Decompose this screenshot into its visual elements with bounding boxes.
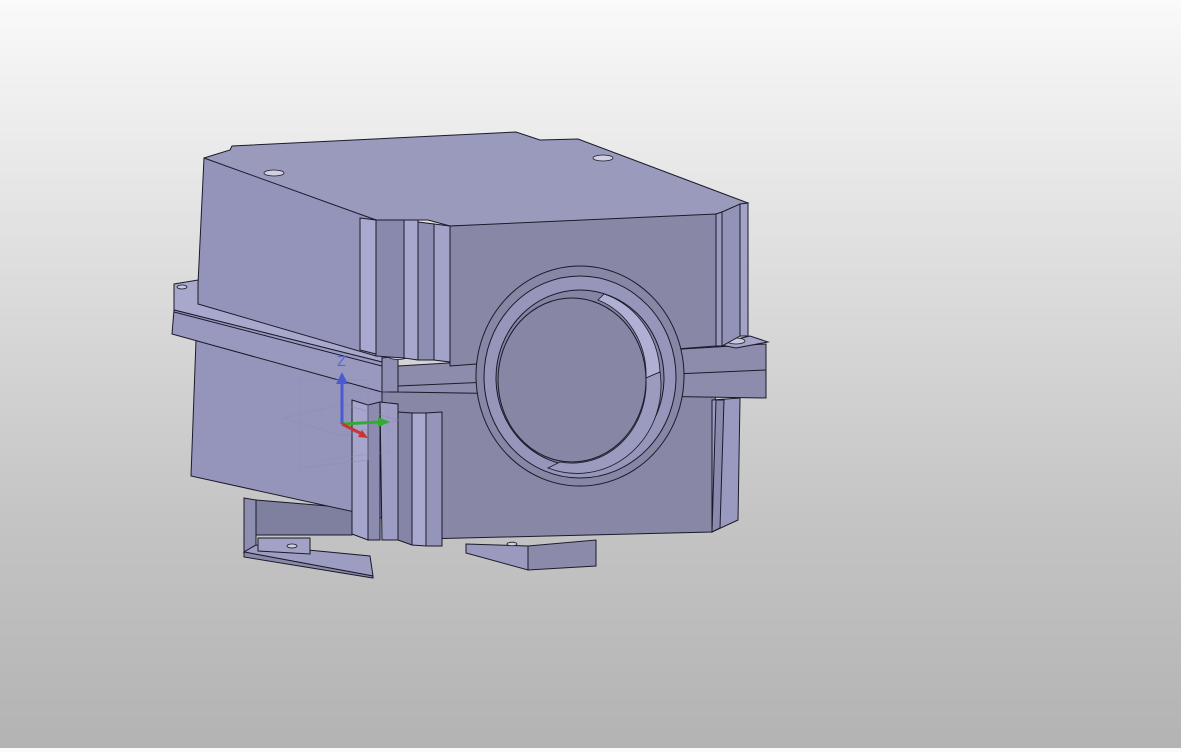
bearing-bore[interactable] [475, 265, 685, 487]
foot-hole [286, 543, 298, 549]
cad-model-view[interactable]: Z [0, 0, 1181, 748]
3d-viewport[interactable]: Z [0, 0, 1181, 748]
top-hole-left [263, 169, 285, 177]
top-hole-right [592, 154, 614, 162]
right-foot[interactable] [465, 539, 597, 571]
z-axis-label: Z [337, 355, 346, 370]
